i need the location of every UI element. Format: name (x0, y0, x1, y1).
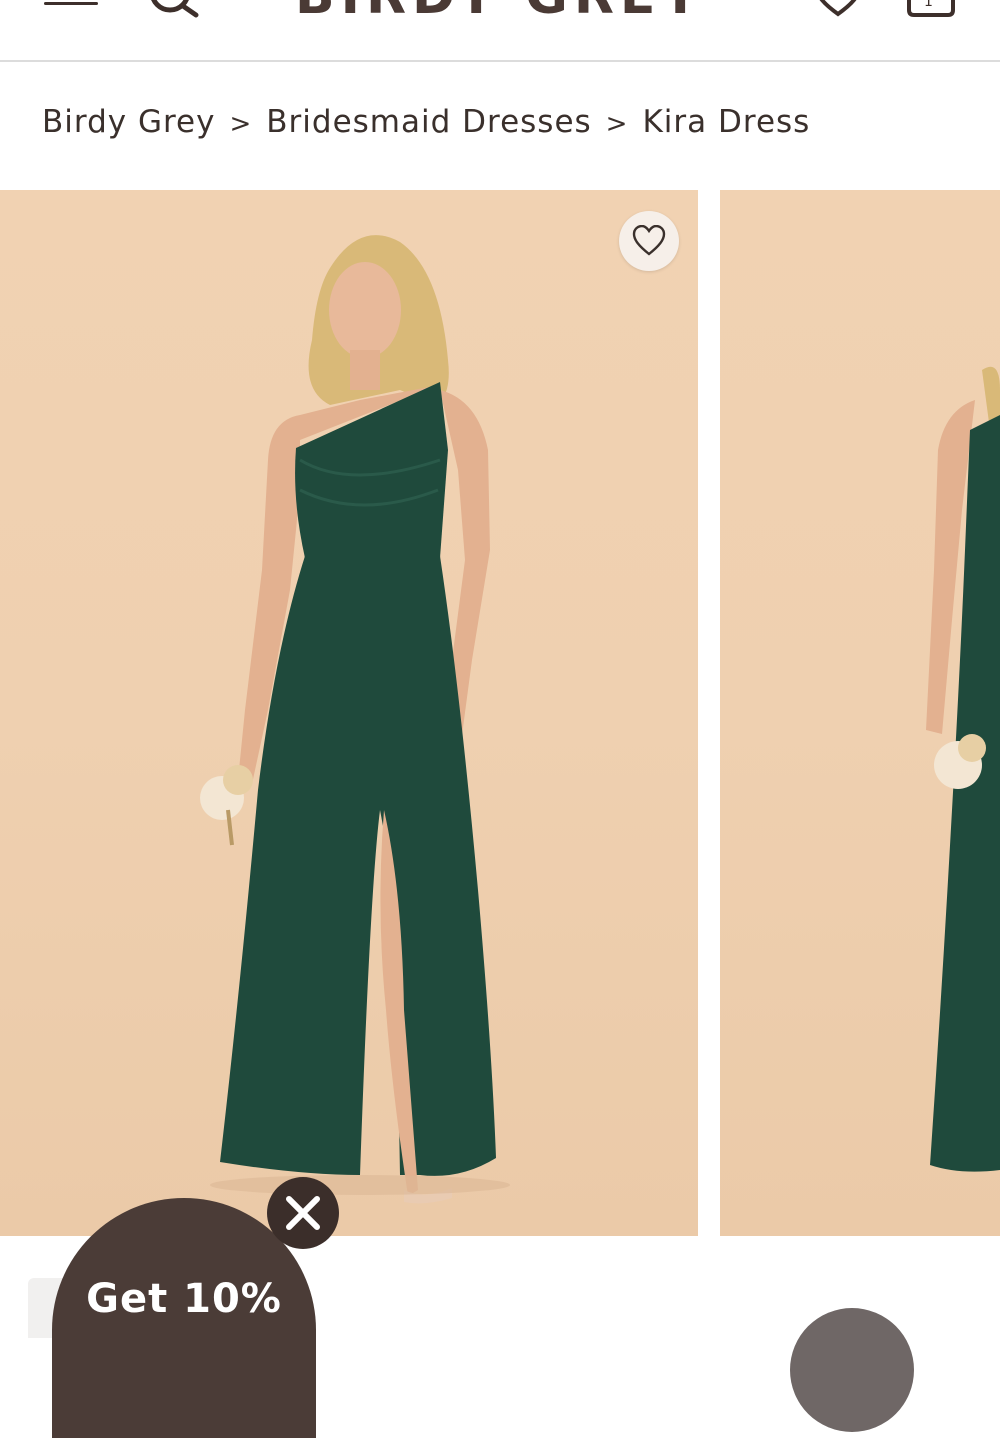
breadcrumb: Birdy Grey > Bridesmaid Dresses > Kira Dress (42, 104, 810, 140)
chat-button[interactable] (790, 1308, 914, 1432)
breadcrumb-current: Kira Dress (642, 104, 811, 140)
product-image-next[interactable] (720, 190, 1000, 1236)
favorite-button[interactable] (619, 211, 679, 271)
breadcrumb-separator: > (229, 109, 253, 139)
heart-outline-icon (632, 225, 666, 256)
bag-count: 1 (924, 0, 933, 10)
heart-icon[interactable] (814, 0, 862, 22)
breadcrumb-separator: > (605, 109, 629, 139)
breadcrumb-category[interactable]: Bridesmaid Dresses (266, 104, 591, 140)
close-icon (286, 1196, 320, 1230)
promo-text[interactable]: Get 10% (52, 1276, 316, 1322)
breadcrumb-home[interactable]: Birdy Grey (42, 104, 215, 140)
promo-close-button[interactable] (267, 1177, 339, 1249)
site-header: BIRDY GREY 1 (0, 0, 1000, 62)
product-image-main[interactable] (0, 190, 698, 1236)
